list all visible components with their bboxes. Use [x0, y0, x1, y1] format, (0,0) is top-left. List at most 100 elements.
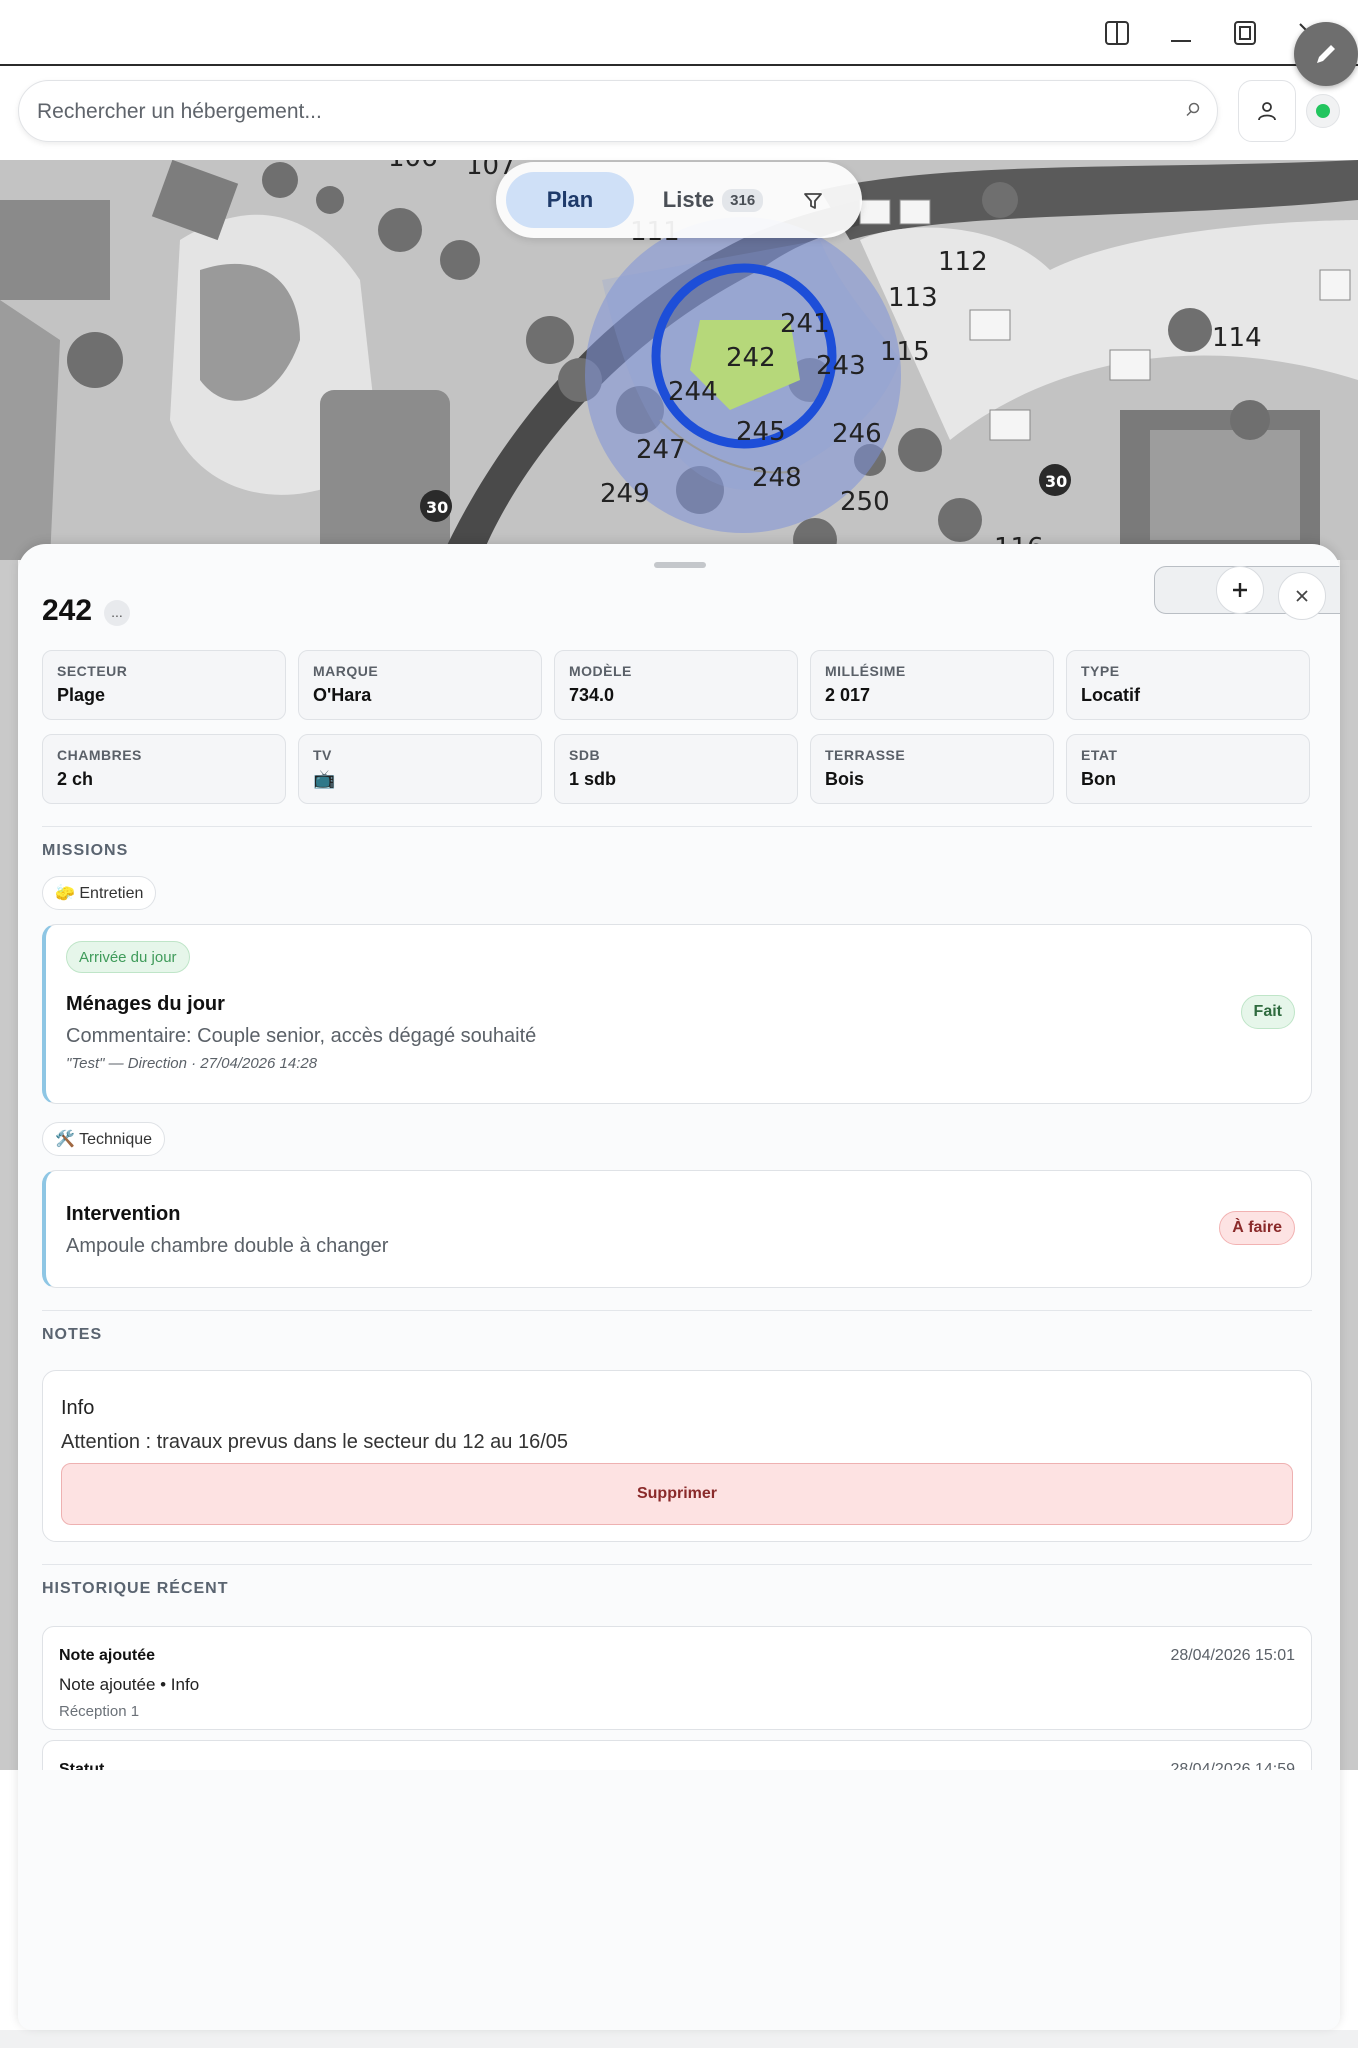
chip-label: 🧽 Entretien: [55, 885, 144, 902]
attr-card: SDB 1 sdb: [554, 734, 798, 804]
mission-title: Ménages du jour: [66, 993, 225, 1015]
svg-text:244: 244: [668, 377, 718, 407]
svg-text:243: 243: [816, 351, 866, 381]
attr-value: O'Hara: [313, 685, 372, 705]
svg-text:250: 250: [840, 487, 890, 517]
missions-heading: MISSIONS: [42, 842, 129, 859]
mission-meta: "Test" — Direction · 27/04/2026 14:28: [66, 1055, 318, 1072]
svg-text:115: 115: [880, 337, 930, 367]
attr-key: MARQUE: [313, 663, 379, 679]
attr-key: SDB: [569, 747, 601, 763]
edit-fab-button[interactable]: [1294, 22, 1358, 86]
svg-text:30: 30: [1045, 472, 1067, 491]
notes-heading: NOTES: [42, 1326, 103, 1343]
attr-value: Bon: [1081, 769, 1116, 789]
divider: [42, 1310, 1312, 1311]
status-badge[interactable]: Fait: [1240, 995, 1295, 1029]
svg-text:245: 245: [736, 417, 786, 447]
scroll-clip: [18, 1770, 1340, 2030]
maximize-icon: [1234, 21, 1256, 45]
add-button[interactable]: [1216, 566, 1264, 614]
lot-detail-panel: 242 ... SECTEUR Plage MARQUE O'Hara MODÈLE…: [18, 544, 1340, 2030]
filter-icon: [804, 193, 822, 209]
mission-comment: Commentaire: Couple senior, accès dégagé…: [66, 1025, 537, 1047]
lot-title: 242: [42, 594, 93, 627]
tab-liste-label: Liste: [662, 187, 715, 212]
svg-text:249: 249: [600, 479, 650, 509]
svg-text:248: 248: [752, 463, 802, 493]
online-status-dot: [1316, 104, 1330, 118]
history-date: 28/04/2026 15:01: [1170, 1647, 1295, 1664]
map-edge-right: [1340, 560, 1358, 1770]
tab-liste[interactable]: Liste 316: [654, 172, 772, 228]
attr-value: 1 sdb: [569, 769, 617, 789]
svg-text:246: 246: [832, 419, 882, 449]
svg-text:114: 114: [1212, 323, 1262, 353]
split-view-button[interactable]: [1100, 16, 1134, 50]
connection-status-indicator: [1306, 94, 1340, 128]
search-input[interactable]: [35, 89, 1159, 135]
maximize-button[interactable]: [1228, 16, 1262, 50]
chip-label: 🛠️ Technique: [55, 1131, 153, 1148]
attr-value: 📺: [313, 769, 336, 789]
attr-card: TV 📺: [298, 734, 542, 804]
attr-value: 2 ch: [57, 769, 94, 789]
user-icon: [1258, 102, 1276, 121]
attr-key: MODÈLE: [569, 663, 632, 679]
split-view-icon: [1105, 21, 1129, 45]
mission-card[interactable]: Intervention Ampoule chambre double à ch…: [42, 1170, 1312, 1288]
history-author: Réception 1: [59, 1703, 140, 1720]
user-account-button[interactable]: [1238, 80, 1296, 142]
mission-category-chip[interactable]: 🧽 Entretien: [42, 876, 157, 910]
status-badge[interactable]: À faire: [1219, 1211, 1295, 1245]
svg-text:241: 241: [780, 309, 830, 339]
history-item[interactable]: Note ajoutée 28/04/2026 15:01 Note ajout…: [42, 1626, 1312, 1730]
mission-card[interactable]: Arrivée du jour Ménages du jour Commenta…: [42, 924, 1312, 1104]
svg-text:113: 113: [888, 283, 938, 313]
search-icon[interactable]: [1185, 101, 1201, 117]
window-titlebar: [0, 0, 1358, 66]
mission-category-chip[interactable]: 🛠️ Technique: [42, 1122, 166, 1156]
svg-text:112: 112: [938, 247, 988, 277]
note-title: Info: [61, 1397, 95, 1419]
delete-note-button[interactable]: Supprimer: [61, 1463, 1293, 1525]
attr-key: ETAT: [1081, 747, 1118, 763]
attr-key: CHAMBRES: [57, 747, 142, 763]
attr-card: TERRASSE Bois: [810, 734, 1054, 804]
mission-title: Intervention: [66, 1203, 181, 1225]
attr-value: 2 017: [825, 685, 871, 705]
divider: [42, 826, 1312, 827]
view-toggle: Plan Liste 316: [496, 162, 862, 238]
list-count-badge: 316: [722, 188, 764, 212]
attr-key: TERRASSE: [825, 747, 906, 763]
mission-tag: Arrivée du jour: [66, 941, 190, 973]
mission-comment: Ampoule chambre double à changer: [66, 1235, 389, 1257]
plus-icon: [1233, 583, 1247, 597]
title-more-button[interactable]: ...: [104, 600, 130, 626]
pencil-icon: [1317, 45, 1335, 63]
close-panel-button[interactable]: [1278, 572, 1326, 620]
search-bar: [18, 80, 1218, 142]
attr-card: MARQUE O'Hara: [298, 650, 542, 720]
attr-value: Plage: [57, 685, 106, 705]
close-icon: [1296, 590, 1308, 602]
attr-key: SECTEUR: [57, 663, 128, 679]
attr-key: MILLÉSIME: [825, 663, 906, 679]
tab-plan[interactable]: Plan: [506, 172, 634, 228]
attr-card: MILLÉSIME 2 017: [810, 650, 1054, 720]
attr-key: TYPE: [1081, 663, 1120, 679]
attr-value: 734.0: [569, 685, 615, 705]
map-edge-left: [0, 560, 18, 1770]
minimize-icon: [1171, 40, 1191, 42]
sheet-drag-handle[interactable]: [654, 562, 706, 568]
note-card: Info Attention : travaux prevus dans le …: [42, 1370, 1312, 1542]
history-title: Note ajoutée: [59, 1647, 156, 1664]
attr-card: TYPE Locatif: [1066, 650, 1310, 720]
bottom-gap: [0, 2030, 1358, 2048]
minimize-button[interactable]: [1164, 16, 1198, 50]
history-text: Note ajoutée • Info: [59, 1675, 200, 1694]
attr-value: Bois: [825, 769, 865, 789]
history-heading: HISTORIQUE RÉCENT: [42, 1580, 229, 1597]
filter-button[interactable]: [798, 186, 828, 216]
attr-card: SECTEUR Plage: [42, 650, 286, 720]
